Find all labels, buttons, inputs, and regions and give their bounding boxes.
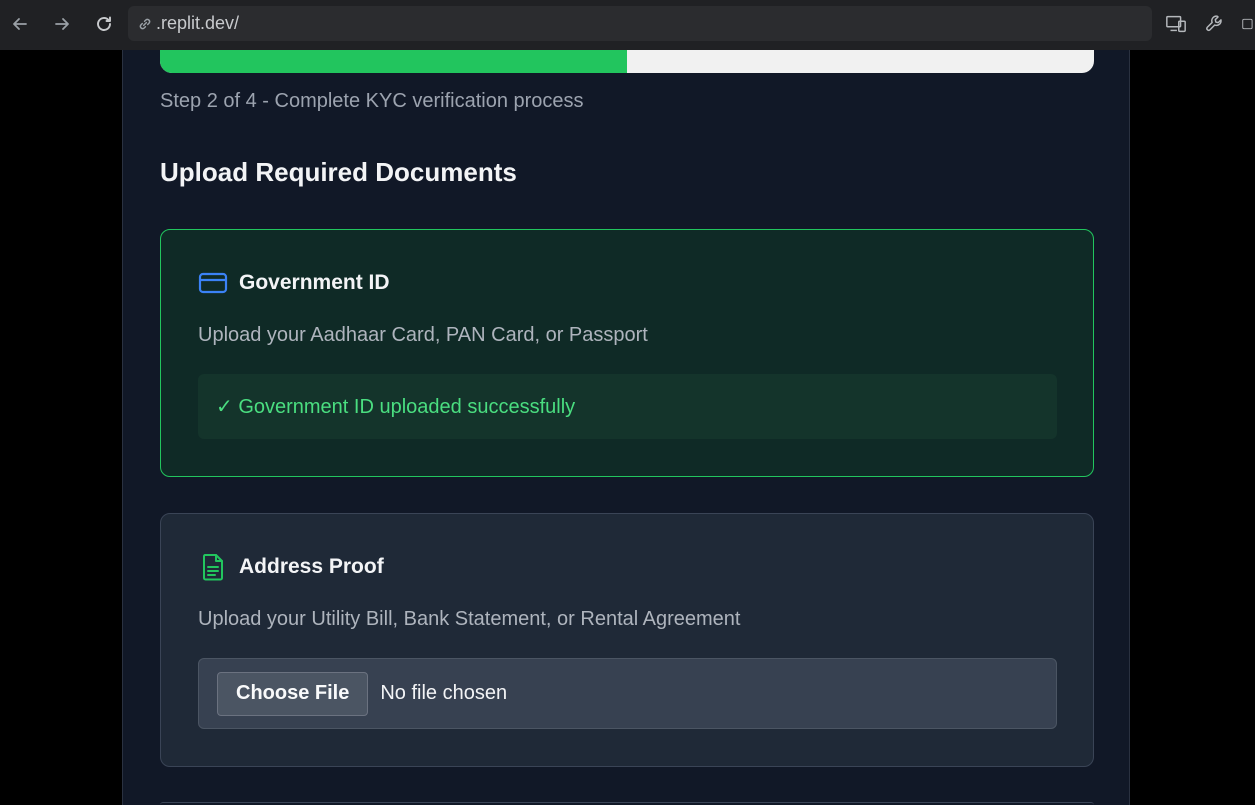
government-id-description: Upload your Aadhaar Card, PAN Card, or P… xyxy=(198,324,648,346)
arrow-right-icon[interactable] xyxy=(49,11,75,37)
url-input[interactable] xyxy=(156,13,756,34)
government-id-card: Government ID Upload your Aadhaar Card, … xyxy=(160,229,1094,477)
progress-bar xyxy=(160,50,1094,73)
choose-file-button[interactable]: Choose File xyxy=(217,671,369,716)
step-indicator: Step 2 of 4 - Complete KYC verification … xyxy=(160,90,584,112)
address-proof-description: Upload your Utility Bill, Bank Statement… xyxy=(198,608,741,630)
external-link-icon[interactable] xyxy=(1241,12,1255,36)
file-input[interactable]: Choose File No file chosen xyxy=(198,658,1057,729)
address-bar[interactable] xyxy=(128,6,1152,41)
devices-icon[interactable] xyxy=(1164,12,1188,36)
government-id-title: Government ID xyxy=(239,271,390,294)
kyc-panel: Step 2 of 4 - Complete KYC verification … xyxy=(122,50,1130,805)
reload-icon[interactable] xyxy=(91,11,117,37)
address-proof-header: Address Proof xyxy=(198,552,384,582)
address-proof-title: Address Proof xyxy=(239,555,384,578)
wrench-icon[interactable] xyxy=(1203,12,1227,36)
file-status-text: No file chosen xyxy=(380,682,508,704)
address-proof-card: Address Proof Upload your Utility Bill, … xyxy=(160,513,1094,767)
section-title: Upload Required Documents xyxy=(160,157,517,187)
progress-bar-fill xyxy=(160,50,627,73)
government-id-header: Government ID xyxy=(198,268,390,298)
credit-card-icon xyxy=(198,268,228,298)
upload-success-message: ✓ Government ID uploaded successfully xyxy=(198,374,1057,439)
link-icon xyxy=(136,15,154,33)
browser-toolbar xyxy=(0,0,1255,50)
arrow-left-icon[interactable] xyxy=(7,11,33,37)
document-icon xyxy=(198,552,228,582)
